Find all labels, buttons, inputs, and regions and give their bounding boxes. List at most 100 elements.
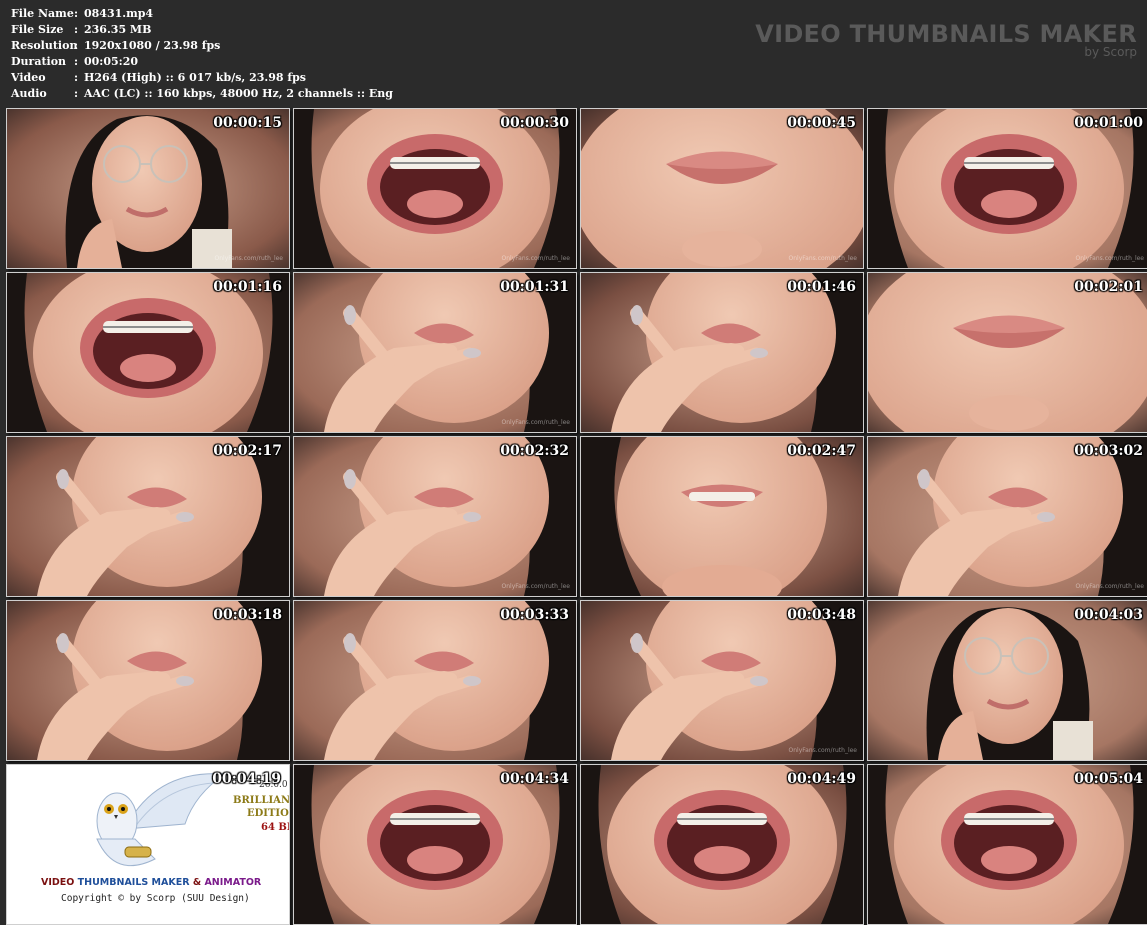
thumbnail-watermark: OnlyFans.com/ruth_lee	[501, 419, 570, 426]
thumbnail-frame[interactable]: 00:03:33	[293, 600, 577, 761]
thumbnail-timestamp: 00:02:47	[787, 443, 856, 459]
thumbnail-frame[interactable]: 00:02:01	[867, 272, 1147, 433]
info-row-video: Video: H264 (High) :: 6 017 kb/s, 23.98 f…	[11, 70, 393, 86]
thumbnail-timestamp: 00:01:46	[787, 279, 856, 295]
info-label: Audio	[11, 87, 47, 100]
info-label: File Name	[11, 7, 74, 20]
thumbnail-image	[7, 437, 289, 596]
thumbnail-timestamp: 00:04:03	[1074, 607, 1143, 623]
thumbnail-image	[581, 273, 863, 432]
logo-product-part: VIDEO	[41, 877, 75, 888]
thumbnail-timestamp: 00:00:15	[213, 115, 282, 131]
thumbnail-frame[interactable]: OnlyFans.com/ruth_lee 00:02:32	[293, 436, 577, 597]
thumbnail-frame[interactable]: OnlyFans.com/ruth_lee 00:03:02	[867, 436, 1147, 597]
info-separator: :	[74, 71, 79, 84]
file-info-block: File Name: 08431.mp4 File Size:236.35 MB …	[11, 6, 393, 102]
thumbnail-image	[294, 109, 576, 268]
thumbnail-timestamp: 00:01:31	[500, 279, 569, 295]
thumbnail-timestamp: 00:00:45	[787, 115, 856, 131]
thumbnail-image	[294, 437, 576, 596]
thumbnail-frame[interactable]: OnlyFans.com/ruth_lee 00:01:00	[867, 108, 1147, 269]
thumbnail-timestamp: 00:04:19	[212, 771, 281, 787]
thumbnail-frame[interactable]: OnlyFans.com/ruth_lee 00:00:45	[580, 108, 864, 269]
logo-product-part: THUMBNAILS MAKER	[77, 877, 190, 888]
thumbnail-watermark: OnlyFans.com/ruth_lee	[788, 255, 857, 262]
info-value: 1920x1080 / 23.98 fps	[84, 39, 221, 52]
thumbnail-timestamp: 00:04:49	[787, 771, 856, 787]
thumbnail-image	[581, 109, 863, 268]
thumbnail-frame[interactable]: 00:02:17	[6, 436, 290, 597]
thumbnail-image	[868, 601, 1147, 760]
info-separator: :	[74, 87, 79, 100]
info-value: 236.35 MB	[84, 23, 152, 36]
thumbnail-watermark: OnlyFans.com/ruth_lee	[501, 255, 570, 262]
info-label: File Size	[11, 23, 64, 36]
info-label: Video	[11, 71, 46, 84]
info-separator: :	[74, 39, 79, 52]
thumbnail-image	[868, 273, 1147, 432]
thumbnail-timestamp: 00:03:18	[213, 607, 282, 623]
logo-product-name: VIDEO THUMBNAILS MAKER & ANIMATOR	[41, 877, 261, 888]
info-row-file-name: File Name: 08431.mp4	[11, 6, 393, 22]
thumbnail-timestamp: 00:03:02	[1074, 443, 1143, 459]
logo-bitness: 64 BIT	[261, 822, 289, 833]
thumbnail-frame[interactable]: 26.0.0BRILLIANCEEDITION64 BITVIDEO THUMB…	[6, 764, 290, 925]
info-value: 08431.mp4	[84, 7, 154, 20]
thumbnail-watermark: OnlyFans.com/ruth_lee	[1075, 583, 1144, 590]
thumbnail-image	[7, 109, 289, 268]
info-row-resolution: Resolution: 1920x1080 / 23.98 fps	[11, 38, 393, 54]
thumbnail-frame[interactable]: 00:02:47	[580, 436, 864, 597]
thumbnail-timestamp: 00:03:48	[787, 607, 856, 623]
thumbnail-timestamp: 00:00:30	[500, 115, 569, 131]
thumbnail-image	[868, 765, 1147, 924]
thumbnail-watermark: OnlyFans.com/ruth_lee	[1075, 255, 1144, 262]
thumbnail-frame[interactable]: OnlyFans.com/ruth_lee 00:03:48	[580, 600, 864, 761]
logo-product-part: &	[192, 877, 202, 888]
thumbnail-frame[interactable]: 00:04:34	[293, 764, 577, 925]
info-row-duration: Duration:00:05:20	[11, 54, 393, 70]
thumbnail-frame[interactable]: OnlyFans.com/ruth_lee 00:01:31	[293, 272, 577, 433]
thumbnail-timestamp: 00:02:17	[213, 443, 282, 459]
thumbnail-frame[interactable]: OnlyFans.com/ruth_lee 00:00:30	[293, 108, 577, 269]
logo-copyright: Copyright © by Scorp (SUU Design)	[61, 893, 250, 904]
thumbnail-frame[interactable]: 00:04:49	[580, 764, 864, 925]
thumbnail-image	[581, 601, 863, 760]
thumbnail-frame[interactable]: 00:05:04	[867, 764, 1147, 925]
brand-watermark: VIDEO THUMBNAILS MAKER by Scorp	[755, 20, 1137, 58]
thumbnail-image	[581, 765, 863, 924]
info-row-file-size: File Size:236.35 MB	[11, 22, 393, 38]
thumbnail-timestamp: 00:01:16	[213, 279, 282, 295]
info-value: 00:05:20	[84, 55, 139, 68]
thumbnail-image	[294, 765, 576, 924]
info-separator: :	[74, 55, 79, 68]
logo-edition-name: BRILLIANCE	[233, 795, 290, 806]
info-label: Duration	[11, 55, 67, 68]
thumbnail-frame[interactable]: 00:01:46	[580, 272, 864, 433]
info-separator: :	[74, 7, 79, 20]
info-label: Resolution	[11, 39, 78, 52]
thumbnail-timestamp: 00:03:33	[500, 607, 569, 623]
info-row-audio: Audio: AAC (LC) :: 160 kbps, 48000 Hz, 2 …	[11, 86, 393, 102]
thumbnail-frame[interactable]: OnlyFans.com/ruth_lee 00:00:15	[6, 108, 290, 269]
thumbnail-timestamp: 00:04:34	[500, 771, 569, 787]
thumbnail-frame[interactable]: 00:03:18	[6, 600, 290, 761]
thumbnail-image	[7, 273, 289, 432]
thumbnail-timestamp: 00:02:01	[1074, 279, 1143, 295]
thumbnail-timestamp: 00:01:00	[1074, 115, 1143, 131]
thumbnail-watermark: OnlyFans.com/ruth_lee	[788, 747, 857, 754]
info-value: H264 (High) :: 6 017 kb/s, 23.98 fps	[84, 71, 306, 84]
brand-title: VIDEO THUMBNAILS MAKER	[755, 20, 1137, 48]
thumbnail-image	[868, 109, 1147, 268]
thumbnail-image	[294, 601, 576, 760]
thumbnail-timestamp: 00:05:04	[1074, 771, 1143, 787]
info-separator: :	[74, 23, 79, 36]
thumbnail-image	[294, 273, 576, 432]
thumbnail-frame[interactable]: 00:04:03	[867, 600, 1147, 761]
thumbnail-watermark: OnlyFans.com/ruth_lee	[214, 255, 283, 262]
logo-edition-label: EDITION	[247, 808, 289, 819]
info-header: File Name: 08431.mp4 File Size:236.35 MB …	[0, 0, 1147, 107]
thumbnail-frame[interactable]: 00:01:16	[6, 272, 290, 433]
thumbnail-timestamp: 00:02:32	[500, 443, 569, 459]
thumbnail-image	[868, 437, 1147, 596]
thumbnail-watermark: OnlyFans.com/ruth_lee	[501, 583, 570, 590]
